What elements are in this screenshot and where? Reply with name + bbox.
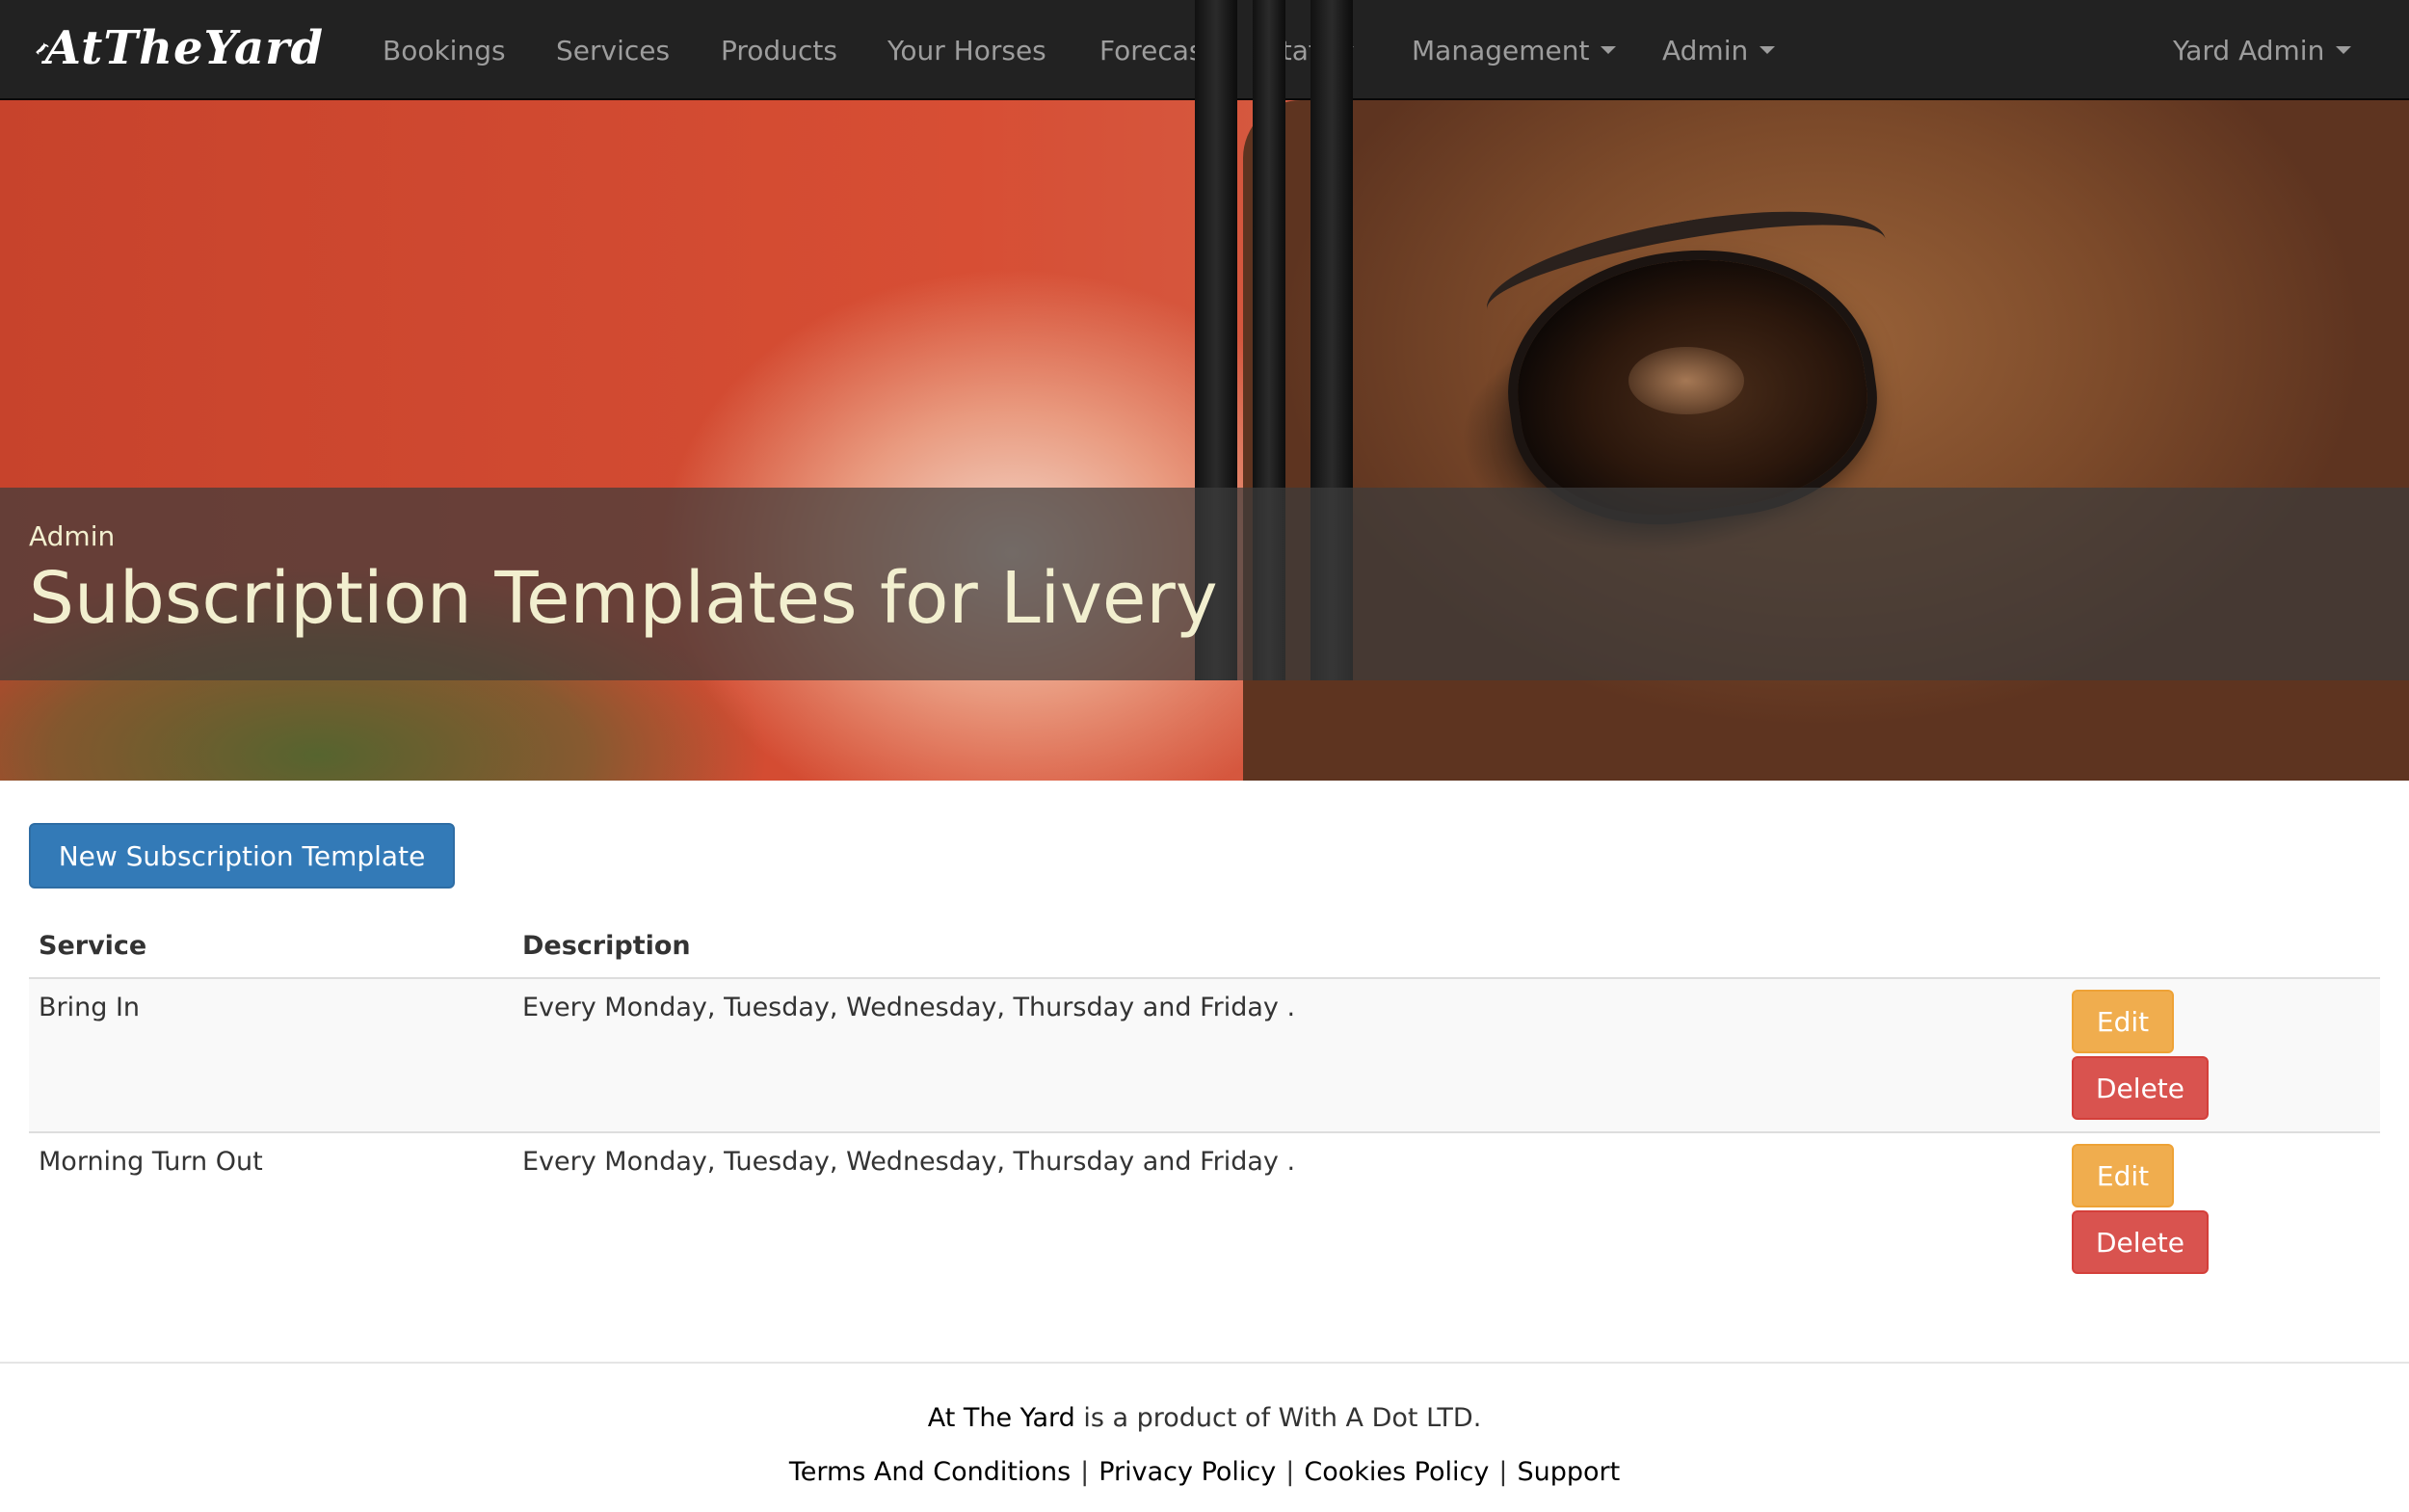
footer-links: Terms And Conditions | Privacy Policy | Cook… <box>0 1457 2409 1487</box>
row-service: Bring In <box>39 993 141 1022</box>
brand-name: AtTheYard <box>44 21 324 75</box>
hero-section-label: Admin <box>29 520 116 552</box>
privacy-link[interactable]: Privacy Policy <box>1099 1457 1276 1487</box>
column-header-description: Description <box>522 931 691 961</box>
nav-admin-dropdown[interactable]: Admin <box>1662 0 1776 100</box>
row-description: Every Monday, Tuesday, Wednesday, Thursd… <box>522 1147 1296 1177</box>
edit-button[interactable]: Edit <box>2072 1144 2174 1207</box>
footer-tagline-text: is a product of With A Dot LTD. <box>1074 1403 1482 1433</box>
page-title: Subscription Templates for Livery <box>29 557 1218 640</box>
nav-management-dropdown[interactable]: Management <box>1412 0 1617 100</box>
column-header-service: Service <box>39 931 147 961</box>
brand-logo[interactable]: AtTheYard <box>35 17 324 79</box>
footer-divider <box>0 1362 2409 1364</box>
footer-separator: | <box>1080 1457 1090 1487</box>
row-service: Morning Turn Out <box>39 1147 263 1177</box>
footer-brand: At The Yard <box>927 1403 1075 1433</box>
footer-separator: | <box>1498 1457 1508 1487</box>
delete-button[interactable]: Delete <box>2072 1210 2209 1274</box>
new-subscription-template-button[interactable]: New Subscription Template <box>29 823 455 889</box>
footer-tagline: At The Yard is a product of With A Dot L… <box>0 1403 2409 1433</box>
nav-admin-label: Admin <box>1662 34 1749 66</box>
row-description: Every Monday, Tuesday, Wednesday, Thursd… <box>522 993 1296 1022</box>
caret-down-icon <box>1760 46 1776 54</box>
user-menu-label: Yard Admin <box>2173 34 2325 66</box>
footer-separator: | <box>1285 1457 1295 1487</box>
nav-bookings-label: Bookings <box>383 34 506 66</box>
caret-down-icon <box>1601 46 1617 54</box>
nav-your-horses[interactable]: Your Horses <box>887 0 1046 100</box>
eye-highlight <box>1628 347 1744 414</box>
nav-products[interactable]: Products <box>721 0 837 100</box>
nav-services[interactable]: Services <box>556 0 670 100</box>
support-link[interactable]: Support <box>1517 1457 1620 1487</box>
cookies-link[interactable]: Cookies Policy <box>1304 1457 1489 1487</box>
terms-link[interactable]: Terms And Conditions <box>789 1457 1071 1487</box>
edit-button[interactable]: Edit <box>2072 990 2174 1053</box>
nav-your-horses-label: Your Horses <box>887 34 1046 66</box>
nav-services-label: Services <box>556 34 671 66</box>
nav-products-label: Products <box>721 34 837 66</box>
nav-bookings[interactable]: Bookings <box>383 0 506 100</box>
delete-button[interactable]: Delete <box>2072 1056 2209 1120</box>
nav-management-label: Management <box>1412 34 1590 66</box>
caret-down-icon <box>2336 46 2352 54</box>
user-menu-dropdown[interactable]: Yard Admin <box>2173 0 2352 100</box>
